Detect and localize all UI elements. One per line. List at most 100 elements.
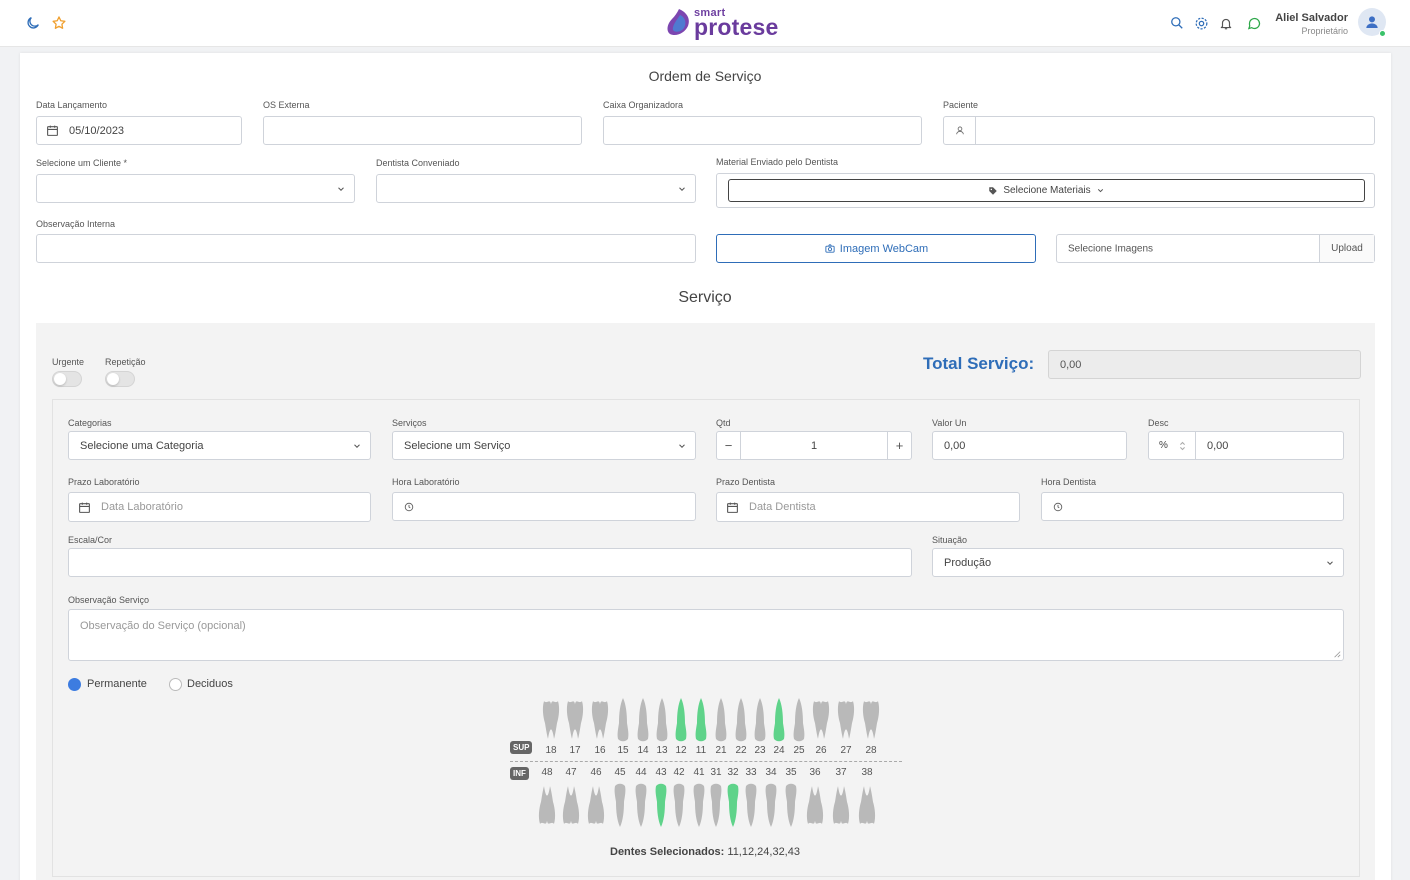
tooth-number-45[interactable]: 45 [609,767,631,778]
tooth-23[interactable] [750,698,770,745]
material-label: Material Enviado pelo Dentista [716,157,839,167]
tooth-number-36[interactable]: 36 [804,767,826,778]
tooth-24[interactable] [769,698,789,745]
caixa-input[interactable] [603,116,922,145]
tooth-43[interactable] [651,783,671,830]
tooth-28[interactable] [861,698,881,745]
chat-icon[interactable] [1245,14,1263,32]
tooth-26[interactable] [811,698,831,745]
tooth-number-28[interactable]: 28 [860,745,882,756]
desc-unit-select[interactable]: % [1149,432,1196,459]
servicos-select[interactable]: Selecione um Serviço [392,431,696,460]
tooth-number-11[interactable]: 11 [690,745,712,756]
paciente-input[interactable] [943,116,1375,145]
qtd-value[interactable]: 1 [741,440,887,452]
tooth-15[interactable] [613,698,633,745]
situacao-select[interactable]: Produção [932,548,1344,577]
obs-servico-textarea[interactable]: Observação do Serviço (opcional) [68,609,1344,661]
tooth-number-46[interactable]: 46 [585,767,607,778]
tooth-48[interactable] [537,783,557,830]
tooth-27[interactable] [836,698,856,745]
star-icon[interactable] [50,14,68,32]
radio-deciduos[interactable] [169,678,182,691]
tooth-number-15[interactable]: 15 [612,745,634,756]
tooth-25[interactable] [789,698,809,745]
tooth-12[interactable] [671,698,691,745]
prazo-lab-input[interactable]: Data Laboratório [68,492,371,522]
tooth-46[interactable] [586,783,606,830]
tooth-18[interactable] [541,698,561,745]
tooth-21[interactable] [711,698,731,745]
tooth-number-34[interactable]: 34 [760,767,782,778]
repeticao-toggle[interactable] [105,371,135,387]
tooth-32[interactable] [723,783,743,830]
tooth-13[interactable] [652,698,672,745]
moon-icon[interactable] [24,14,42,32]
tooth-44[interactable] [631,783,651,830]
obs-interna-input[interactable] [36,234,696,263]
cliente-select[interactable] [36,174,355,203]
selected-teeth-summary: Dentes Selecionados: 11,12,24,32,43 [0,846,1410,858]
tooth-47[interactable] [561,783,581,830]
tooth-number-48[interactable]: 48 [536,767,558,778]
tooth-number-18[interactable]: 18 [540,745,562,756]
categorias-select[interactable]: Selecione uma Categoria [68,431,371,460]
tooth-number-21[interactable]: 21 [710,745,732,756]
tooth-number-16[interactable]: 16 [589,745,611,756]
tooth-36[interactable] [805,783,825,830]
app-logo[interactable]: smart protese [664,6,779,40]
data-lancamento-field[interactable]: 05/10/2023 [36,116,242,145]
tooth-14[interactable] [633,698,653,745]
tooth-45[interactable] [610,783,630,830]
gear-icon[interactable] [1192,14,1210,32]
tooth-number-44[interactable]: 44 [630,767,652,778]
valor-un-input[interactable]: 0,00 [932,431,1127,460]
webcam-button[interactable]: Imagem WebCam [716,234,1036,263]
radio-deciduos-label[interactable]: Deciduos [187,678,233,690]
radio-permanente-label[interactable]: Permanente [87,678,147,690]
qtd-minus-button[interactable]: − [717,432,741,459]
radio-permanente[interactable] [68,678,81,691]
escala-input[interactable] [68,548,912,577]
tooth-38[interactable] [857,783,877,830]
tooth-17[interactable] [565,698,585,745]
tooth-33[interactable] [741,783,761,830]
tooth-number-47[interactable]: 47 [560,767,582,778]
tooth-22[interactable] [731,698,751,745]
tooth-35[interactable] [781,783,801,830]
tooth-34[interactable] [761,783,781,830]
prazo-lab-placeholder: Data Laboratório [101,501,183,513]
os-externa-input[interactable] [263,116,582,145]
material-select-button[interactable]: Selecione Materiais [728,179,1365,202]
tooth-16[interactable] [590,698,610,745]
tooth-number-33[interactable]: 33 [740,767,762,778]
data-lancamento-value: 05/10/2023 [69,124,125,137]
tooth-number-17[interactable]: 17 [564,745,586,756]
urgente-toggle[interactable] [52,371,82,387]
tooth-number-12[interactable]: 12 [670,745,692,756]
imagens-file-input[interactable]: Selecione Imagens Upload [1056,234,1375,263]
tooth-11[interactable] [691,698,711,745]
dentista-select[interactable] [376,174,696,203]
tooth-number-27[interactable]: 27 [835,745,857,756]
upload-button[interactable]: Upload [1319,235,1374,262]
tooth-number-25[interactable]: 25 [788,745,810,756]
bell-icon[interactable] [1217,14,1235,32]
servicos-label: Serviços [392,418,427,428]
tooth-37[interactable] [831,783,851,830]
tooth-number-38[interactable]: 38 [856,767,878,778]
tooth-number-42[interactable]: 42 [668,767,690,778]
prazo-dentista-input[interactable]: Data Dentista [716,492,1020,522]
clock-icon [1053,502,1063,512]
user-name[interactable]: Aliel Salvador [1275,12,1348,24]
qtd-plus-button[interactable]: + [887,432,911,459]
tooth-number-24[interactable]: 24 [768,745,790,756]
hora-lab-input[interactable] [392,492,696,521]
tooth-number-37[interactable]: 37 [830,767,852,778]
desc-value[interactable]: 0,00 [1207,440,1228,452]
tooth-number-26[interactable]: 26 [810,745,832,756]
hora-dentista-input[interactable] [1041,492,1344,521]
search-icon[interactable] [1168,14,1186,32]
tooth-42[interactable] [669,783,689,830]
tooth-number-35[interactable]: 35 [780,767,802,778]
